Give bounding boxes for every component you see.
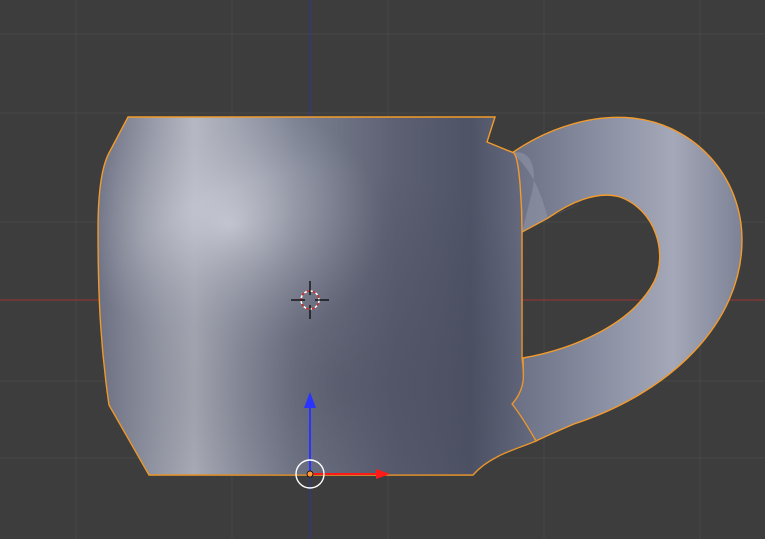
mug-mesh[interactable] <box>97 116 743 476</box>
3d-viewport[interactable] <box>0 0 765 539</box>
viewport-scene[interactable] <box>0 0 765 539</box>
object-origin-dot <box>306 470 314 478</box>
mug-body-shade <box>98 117 536 475</box>
mug-handle[interactable] <box>511 116 743 442</box>
